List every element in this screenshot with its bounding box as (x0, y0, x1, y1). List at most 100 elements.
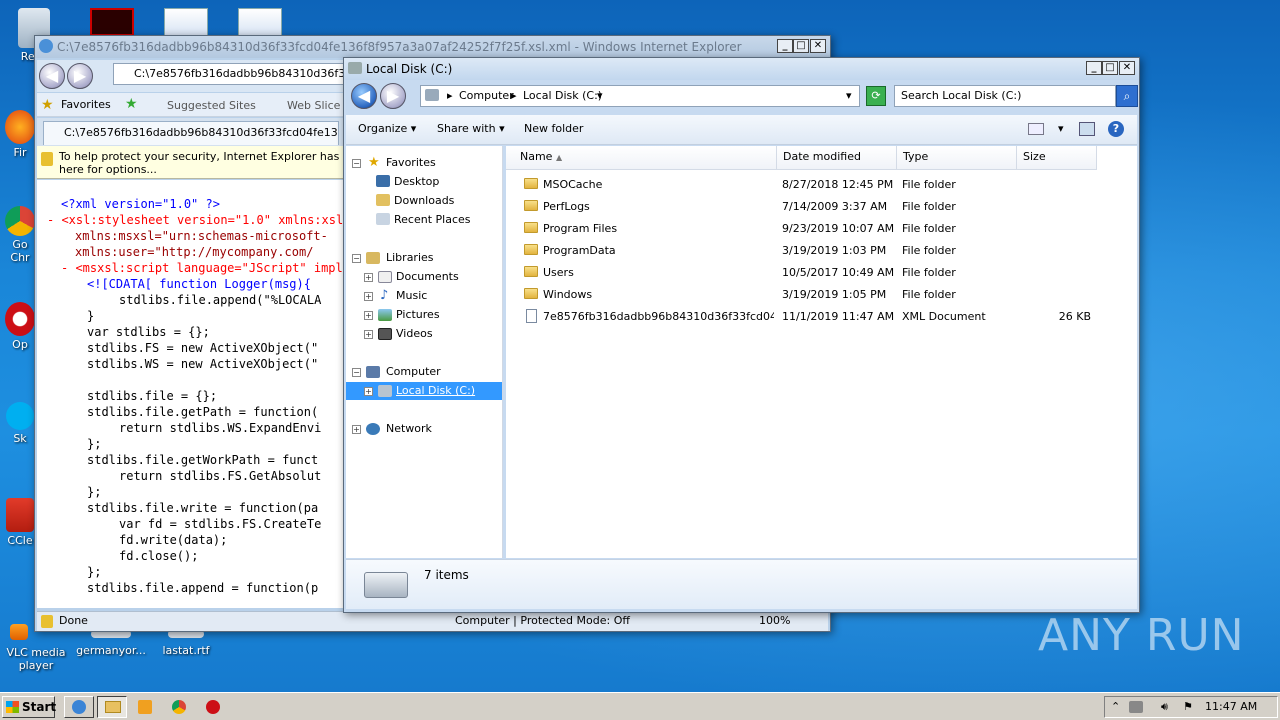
file-row[interactable]: MSOCache 8/27/2018 12:45 PM File folder (506, 174, 1137, 196)
breadcrumb-arrow[interactable]: ▸ (511, 86, 517, 106)
search-input[interactable]: Search Local Disk (C:) (894, 85, 1116, 107)
desktop-icon-chrome[interactable]: Go Chr (4, 206, 36, 264)
file-row[interactable]: PerfLogs 7/14/2009 3:37 AM File folder (506, 196, 1137, 218)
tree-item-favorites[interactable]: − ★ Favorites (346, 154, 502, 172)
tree-item-pictures[interactable]: + Pictures (346, 306, 502, 324)
desktop-icon-opera[interactable]: Op (4, 302, 36, 351)
desktop-icon-ccleaner[interactable]: CCle (4, 498, 36, 547)
file-size: 26 KB (1058, 310, 1091, 323)
expand-icon[interactable]: + (364, 311, 373, 320)
expand-icon[interactable]: + (352, 425, 361, 434)
opera-icon[interactable] (206, 700, 220, 714)
collapse-icon[interactable]: − (352, 159, 361, 168)
desktop-icon-skype[interactable]: Sk (4, 402, 36, 445)
desktop-icon-label: germanyor... (76, 644, 146, 657)
acrobat-icon[interactable] (90, 8, 134, 36)
file-row[interactable]: 7e8576fb316dadbb96b84310d36f33fcd04fe...… (506, 306, 1137, 328)
file-row[interactable]: Windows 3/19/2019 1:05 PM File folder (506, 284, 1137, 306)
view-options-icon[interactable] (1028, 123, 1044, 135)
media-player-icon[interactable] (138, 700, 152, 714)
forward-button[interactable]: ▶ (380, 83, 406, 109)
taskbar-ie-button[interactable] (64, 696, 94, 718)
column-header-name[interactable]: Name ▲ (506, 146, 777, 170)
ie-address-bar[interactable]: C:\7e8576fb316dadbb96b84310d36f33fcd (113, 63, 353, 85)
file-row[interactable]: ProgramData 3/19/2019 1:03 PM File folde… (506, 240, 1137, 262)
preview-pane-icon[interactable] (1079, 122, 1095, 136)
search-icon[interactable]: ⌕ (1116, 85, 1138, 107)
close-button[interactable]: ✕ (1119, 61, 1135, 75)
chrome-icon[interactable] (172, 700, 186, 714)
item-count: 7 items (424, 568, 469, 582)
word-doc-icon[interactable] (238, 8, 282, 36)
expand-icon[interactable]: + (364, 292, 373, 301)
show-hidden-icons-icon[interactable]: ⌃ (1111, 697, 1120, 717)
help-icon[interactable]: ? (1108, 121, 1124, 137)
share-with-button[interactable]: Share with ▾ (437, 115, 505, 143)
new-folder-button[interactable]: New folder (524, 115, 583, 143)
suggested-sites-link[interactable]: Suggested Sites (167, 99, 256, 112)
tree-item-documents[interactable]: + Documents (346, 268, 502, 286)
tree-item-downloads[interactable]: Downloads (376, 192, 454, 210)
file-row[interactable]: Program Files 9/23/2019 10:07 AM File fo… (506, 218, 1137, 240)
breadcrumb-computer[interactable]: Computer (459, 86, 514, 106)
column-header-size[interactable]: Size (1017, 146, 1097, 170)
maximize-button[interactable]: □ (793, 39, 809, 53)
file-row[interactable]: Users 10/5/2017 10:49 AM File folder (506, 262, 1137, 284)
word-doc-icon[interactable] (164, 8, 208, 36)
minimize-button[interactable]: _ (777, 39, 793, 53)
breadcrumb-arrow[interactable]: ▸ (447, 86, 453, 106)
code-line[interactable]: - <msxsl:script language="JScript" imple… (41, 260, 347, 276)
add-favorites-icon[interactable]: ★ (125, 96, 138, 112)
collapse-icon[interactable]: − (352, 254, 361, 263)
tree-item-libraries[interactable]: − Libraries (346, 249, 502, 267)
tree-label: Videos (396, 327, 433, 340)
explorer-titlebar[interactable]: Local Disk (C:) _ □ ✕ (344, 58, 1139, 80)
breadcrumb-local-disk[interactable]: Local Disk (C:) (523, 86, 602, 106)
breadcrumb[interactable]: ▸ Computer ▸ Local Disk (C:) ▾ ▾ (420, 85, 860, 107)
tree-item-music[interactable]: + ♪ Music (346, 287, 502, 305)
taskbar-explorer-button[interactable] (97, 696, 127, 718)
back-button[interactable]: ◀ (351, 83, 377, 109)
column-header-date[interactable]: Date modified (777, 146, 897, 170)
desktop-icon-lastat[interactable]: lastat.rtf (156, 630, 216, 657)
tree-item-videos[interactable]: + Videos (346, 325, 502, 343)
file-name: MSOCache (543, 178, 603, 191)
desktop-icon-firefox[interactable]: Fir (4, 110, 36, 159)
minimize-button[interactable]: _ (1086, 61, 1102, 75)
volume-icon[interactable]: 🔊︎ (1161, 697, 1168, 717)
ie-logo-icon (39, 39, 53, 53)
tree-item-computer[interactable]: − Computer (346, 363, 502, 381)
expand-icon[interactable]: + (364, 387, 373, 396)
tree-item-desktop[interactable]: Desktop (376, 173, 439, 191)
collapse-icon[interactable]: − (352, 368, 361, 377)
tree-item-network[interactable]: + Network (346, 420, 502, 438)
tree-item-recent-places[interactable]: Recent Places (376, 211, 471, 229)
tree-item-local-disk[interactable]: + Local Disk (C:) (346, 382, 502, 400)
forward-button[interactable]: ▶ (67, 63, 93, 89)
column-header-type[interactable]: Type (897, 146, 1017, 170)
code-line: stdlibs.file.getWorkPath = funct (87, 453, 319, 467)
explorer-window[interactable]: Local Disk (C:) _ □ ✕ ◀ ▶ ▸ Computer ▸ L… (343, 57, 1140, 613)
firefox-icon (5, 110, 35, 144)
zoom-level-button[interactable]: 100% (759, 612, 790, 630)
close-button[interactable]: ✕ (810, 39, 826, 53)
expand-icon[interactable]: + (364, 273, 373, 282)
code-line[interactable]: - <xsl:stylesheet version="1.0" xmlns:xs… (41, 212, 347, 228)
maximize-button[interactable]: □ (1102, 61, 1118, 75)
breadcrumb-arrow[interactable]: ▾ (597, 86, 603, 106)
file-name: Users (543, 266, 574, 279)
ie-tab[interactable]: C:\7e8576fb316dadbb96b84310d36f33fcd04fe… (43, 121, 339, 145)
view-dropdown-arrow[interactable]: ▾ (1058, 115, 1064, 143)
address-dropdown-arrow[interactable]: ▾ (846, 86, 852, 106)
organize-button[interactable]: Organize ▾ (358, 115, 416, 143)
expand-icon[interactable]: + (364, 330, 373, 339)
network-tray-icon[interactable] (1129, 701, 1143, 713)
ie-titlebar[interactable]: C:\7e8576fb316dadbb96b84310d36f33fcd04fe… (35, 36, 830, 58)
flag-icon[interactable]: ⚑ (1183, 697, 1193, 717)
refresh-button[interactable]: ⟳ (866, 86, 886, 106)
favorites-button[interactable]: Favorites (61, 98, 111, 111)
back-button[interactable]: ◀ (39, 63, 65, 89)
clock[interactable]: 11:47 AM (1205, 697, 1257, 717)
start-button[interactable]: Start (2, 696, 56, 718)
desktop-icon-germany[interactable]: germanyor... (76, 630, 146, 657)
